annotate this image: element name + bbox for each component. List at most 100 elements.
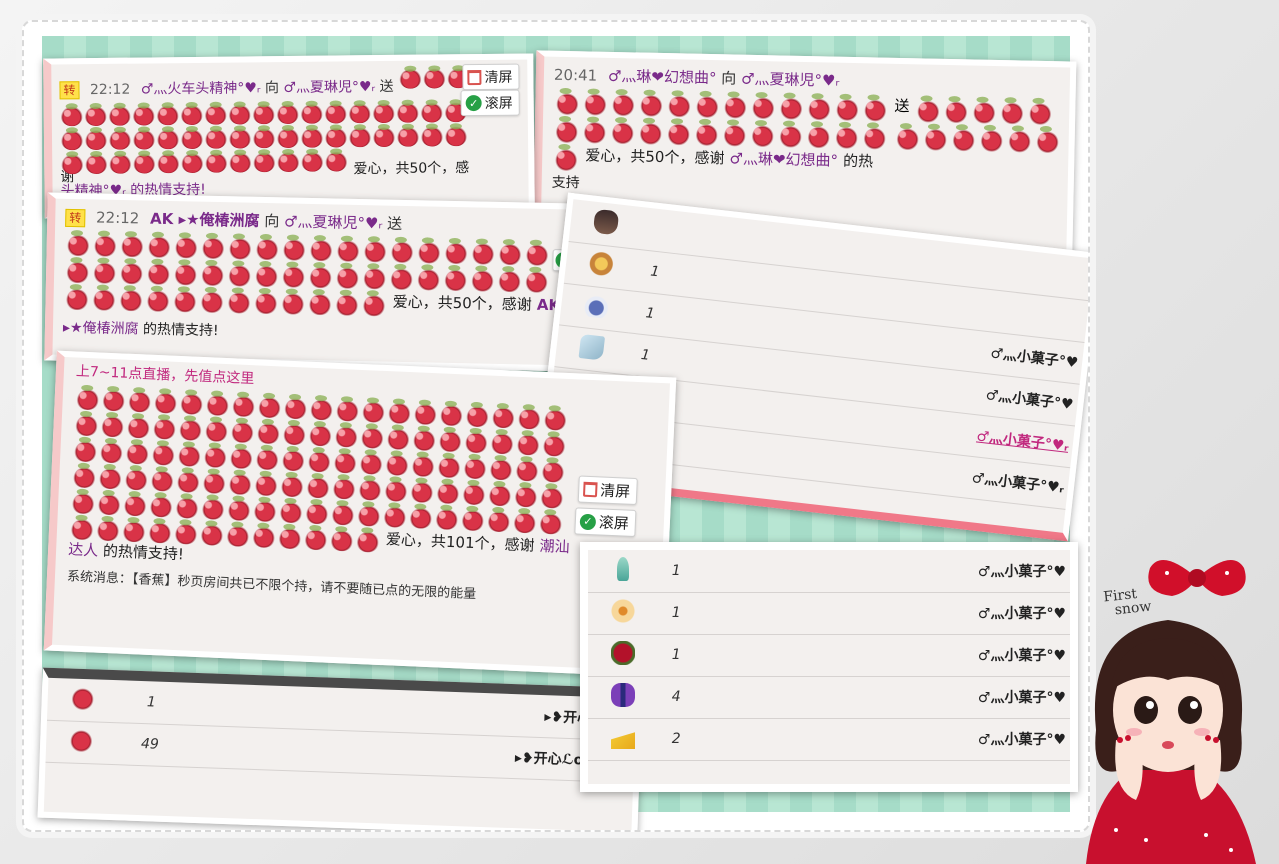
gift-count: 1 — [658, 634, 695, 677]
perfume-icon — [583, 292, 610, 319]
chat-card-3: 转 22:12 AK ▸★俺椿洲腐 向 ♂灬夏琳児°♥ᵣ 送 爱心，共50个，感… — [44, 192, 578, 372]
scroll-screen-label: 滚屏 — [484, 95, 513, 112]
thanks-tail-nick[interactable]: ▸★俺椿洲腐 — [63, 320, 139, 338]
heart-gift-icon — [833, 124, 860, 150]
receiver-nick[interactable]: ♂灬夏琳児°♥ᵣ — [284, 212, 383, 232]
sender-nick[interactable]: ♂灬琳❤幻想曲° — [608, 67, 717, 87]
heart-gift-icon — [411, 428, 437, 452]
heart-gift-icon — [438, 403, 464, 427]
heart-gift-icon — [496, 268, 523, 293]
sender-nick[interactable]: ♂灬火车头精神°♥ᵣ — [141, 80, 261, 97]
repost-badge: 转 — [59, 81, 80, 100]
heart-gift-icon — [694, 93, 721, 119]
heart-gift-icon — [693, 121, 721, 147]
scroll-screen-button[interactable]: ✓ 滚屏 — [574, 507, 637, 538]
heart-gift-icon — [416, 240, 442, 264]
heart-gift-icon — [254, 447, 280, 471]
heart-gift-icon — [227, 236, 253, 260]
gift-sender[interactable]: ♂灬小菓子°♥ — [694, 676, 1070, 719]
cheese-icon — [611, 732, 635, 749]
gift-sender[interactable]: ♂灬小菓子°♥ — [694, 592, 1070, 635]
heart-gift-icon — [489, 431, 515, 455]
heart-gift-icon — [84, 105, 107, 127]
heart-gift-icon — [434, 507, 460, 531]
heart-gift-icon — [70, 685, 96, 711]
gift-summary: 爱心，共50个，感谢 — [585, 146, 725, 168]
heart-gift-icon — [257, 395, 283, 419]
heart-gift-icon — [145, 288, 171, 313]
gift-table-bottom: 1▸❥开心ℒove49▸❥开心ℒove天空 — [37, 667, 643, 830]
heart-gift-icon — [276, 103, 299, 125]
receiver-nick[interactable]: ♂灬夏琳児°♥ᵣ — [741, 70, 840, 90]
gift-sender[interactable]: ♂灬小菓子°♥ — [694, 718, 1070, 761]
heart-gift-icon — [330, 502, 356, 526]
heart-gift-icon — [201, 471, 227, 495]
heart-gift-icon — [490, 405, 516, 429]
heart-gift-icon — [173, 235, 199, 259]
heart-gift-icon — [180, 104, 203, 126]
gift-sender[interactable]: ♂灬小菓子°♥ — [694, 634, 1070, 677]
heart-gift-icon — [200, 497, 226, 521]
gift-count: 49 — [115, 722, 185, 767]
heart-gift-icon — [487, 483, 513, 507]
sender-nick[interactable]: AK ▸★俺椿洲腐 — [150, 210, 260, 230]
to-word: 向 — [264, 212, 280, 231]
heart-gift-icon — [308, 237, 334, 262]
heart-gift-icon — [516, 406, 542, 430]
heart-gift-icon — [386, 401, 412, 425]
heart-gift-icon — [181, 152, 204, 174]
rose-bouquet-icon — [611, 641, 635, 665]
heart-gift-icon — [470, 241, 496, 265]
heart-gift-icon — [637, 120, 665, 146]
message-time: 22:12 — [89, 81, 131, 99]
heart-gift-icon — [205, 152, 228, 173]
heart-gift-icon — [915, 98, 942, 123]
heart-gift-icon — [205, 393, 231, 417]
heart-gift-icon — [335, 398, 360, 422]
heart-gift-icon — [157, 153, 180, 174]
heart-gift-icon — [230, 420, 255, 444]
heart-gift-icon — [95, 518, 121, 542]
clear-screen-button[interactable]: 清屏 — [577, 475, 638, 506]
thanks-line: ▸★俺椿洲腐 的热情支持! — [63, 318, 559, 348]
heart-gift-icon — [436, 455, 462, 479]
heart-gift-icon — [254, 236, 280, 261]
clear-screen-button[interactable]: 清屏 — [462, 63, 520, 91]
heart-gift-icon — [409, 480, 435, 504]
thanks-tail-nick[interactable]: 达人 — [68, 540, 99, 559]
gift-row: 1 ♂灬小菓子°♥ — [588, 592, 1070, 635]
heart-gift-icon — [304, 501, 330, 525]
trash-icon — [467, 69, 482, 85]
heart-gift-icon — [307, 423, 333, 447]
heart-gift-icon — [118, 287, 144, 312]
thanks-nick[interactable]: 潮汕 — [539, 537, 570, 556]
bow-icon — [611, 683, 635, 707]
heart-gift-icon — [999, 100, 1026, 125]
heart-gift-icon — [306, 449, 332, 473]
gift-sender[interactable]: ♂灬小菓子°♥ — [694, 550, 1070, 593]
heart-gift-icon — [75, 387, 101, 411]
message-time: 22:12 — [95, 208, 140, 228]
heart-gift-icon — [581, 119, 609, 144]
heart-gift-icon — [462, 456, 488, 480]
heart-gift-icon — [721, 122, 748, 147]
heart-gift-icon — [722, 94, 749, 119]
heart-gift-icon — [348, 127, 372, 148]
heart-gift-icon — [146, 234, 172, 259]
thanks-nick[interactable]: ♂灬琳❤幻想曲° — [729, 149, 838, 169]
heart-gift-icon — [442, 267, 469, 292]
heart-gift-icon — [307, 291, 333, 316]
heart-gift-icon — [69, 517, 95, 541]
heart-gift-icon — [437, 429, 463, 453]
heart-gift-icon — [172, 289, 198, 313]
heart-gift-icon — [202, 445, 228, 469]
heart-gift-icon — [524, 242, 550, 266]
heart-gift-icon — [255, 421, 281, 445]
heart-gift-icon — [64, 286, 90, 311]
receiver-nick[interactable]: ♂灬夏琳児°♥ᵣ — [283, 79, 375, 96]
scroll-screen-button[interactable]: ✓ 滚屏 — [460, 89, 520, 117]
heart-gift-icon — [60, 130, 84, 151]
heart-gift-grid: 爱心，共50个，感谢 AK — [63, 231, 575, 323]
heart-gift-icon — [178, 418, 203, 442]
heart-gift-icon — [943, 98, 970, 124]
